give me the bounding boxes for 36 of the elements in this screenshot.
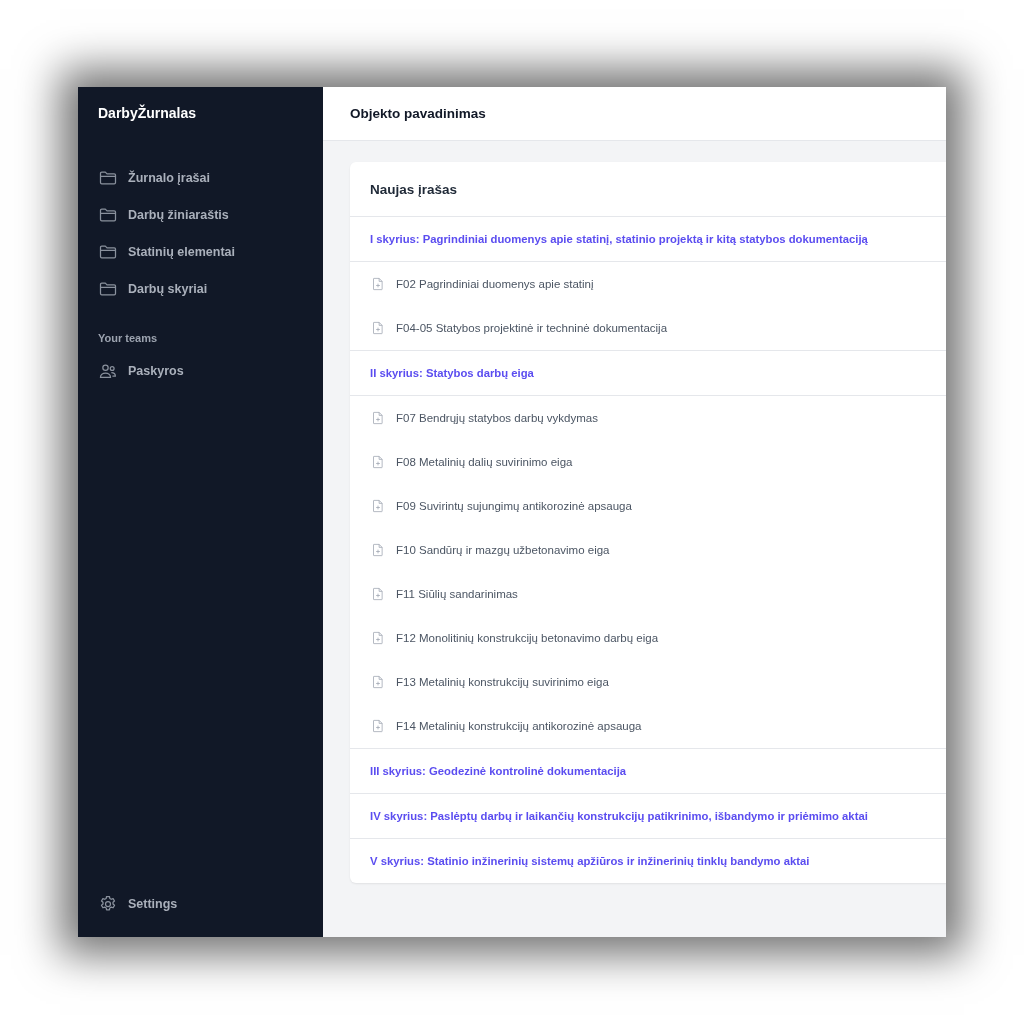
form-item[interactable]: F07 Bendrųjų statybos darbų vykdymas: [350, 396, 598, 440]
users-icon: [98, 361, 118, 381]
app-logo: DarbyŽurnalas: [98, 105, 198, 123]
form-item[interactable]: F12 Monolitinių konstrukcijų betonavimo darbų eiga: [350, 616, 659, 660]
document-add-icon: [372, 719, 384, 733]
section-link[interactable]: IV skyrius: Paslėptų darbų ir laikančių konstrukcijų patikrinimo, išbandymo ir priėmimo aktai: [370, 810, 868, 822]
form-item[interactable]: F10 Sandūrų ir mazgų užbetonavimo eiga: [350, 528, 610, 572]
document-add-icon: [372, 321, 384, 335]
card-title: Naujas įrašas: [350, 162, 946, 217]
form-item[interactable]: F02 Pagrindiniai duomenys apie statinį: [350, 262, 594, 306]
page-title: Objekto pavadinimas: [350, 106, 486, 121]
document-add-icon: [372, 587, 384, 601]
document-add-icon: [372, 631, 384, 645]
section-link[interactable]: I skyrius: Pagrindiniai duomenys apie statinį, statinio projektą ir kitą statybos dokumentaciją: [370, 233, 868, 245]
form-item[interactable]: F09 Suvirintų sujungimų antikorozinė apsauga: [350, 484, 632, 528]
form-item[interactable]: F08 Metalinių dalių suvirinimo eiga: [350, 440, 573, 484]
form-item[interactable]: F04-05 Statybos projektinė ir techninė dokumentacija: [350, 306, 668, 350]
document-add-icon: [372, 277, 384, 291]
document-add-icon: [372, 455, 384, 469]
form-item[interactable]: F13 Metalinių konstrukcijų suvirinimo eiga: [350, 660, 609, 704]
document-add-icon: [372, 543, 384, 557]
sidebar-item[interactable]: Darbų žiniaraštis: [98, 202, 235, 228]
form-item[interactable]: F11 Siūlių sandarinimas: [350, 572, 518, 616]
sidebar-item[interactable]: Darbų skyriai: [98, 276, 214, 302]
sidebar-item[interactable]: Paskyros: [98, 358, 190, 384]
section-label: Your teams: [98, 332, 159, 344]
document-add-icon: [372, 675, 384, 689]
settings-link[interactable]: Settings: [98, 891, 184, 917]
sidebar-item[interactable]: Statinių elementai: [98, 239, 241, 265]
section-link[interactable]: II skyrius: Statybos darbų eiga: [370, 367, 534, 379]
document-add-icon: [372, 411, 384, 425]
document-add-icon: [372, 499, 384, 513]
section-link[interactable]: V skyrius: Statinio inžinerinių sistemų apžiūros ir inžinerinių tinklų bandymo aktai: [370, 855, 810, 867]
form-item[interactable]: F14 Metalinių konstrukcijų antikorozinė apsauga: [350, 704, 642, 748]
section-link[interactable]: III skyrius: Geodezinė kontrolinė dokumentacija: [370, 765, 627, 777]
sidebar-item[interactable]: Žurnalo įrašai: [98, 165, 216, 191]
